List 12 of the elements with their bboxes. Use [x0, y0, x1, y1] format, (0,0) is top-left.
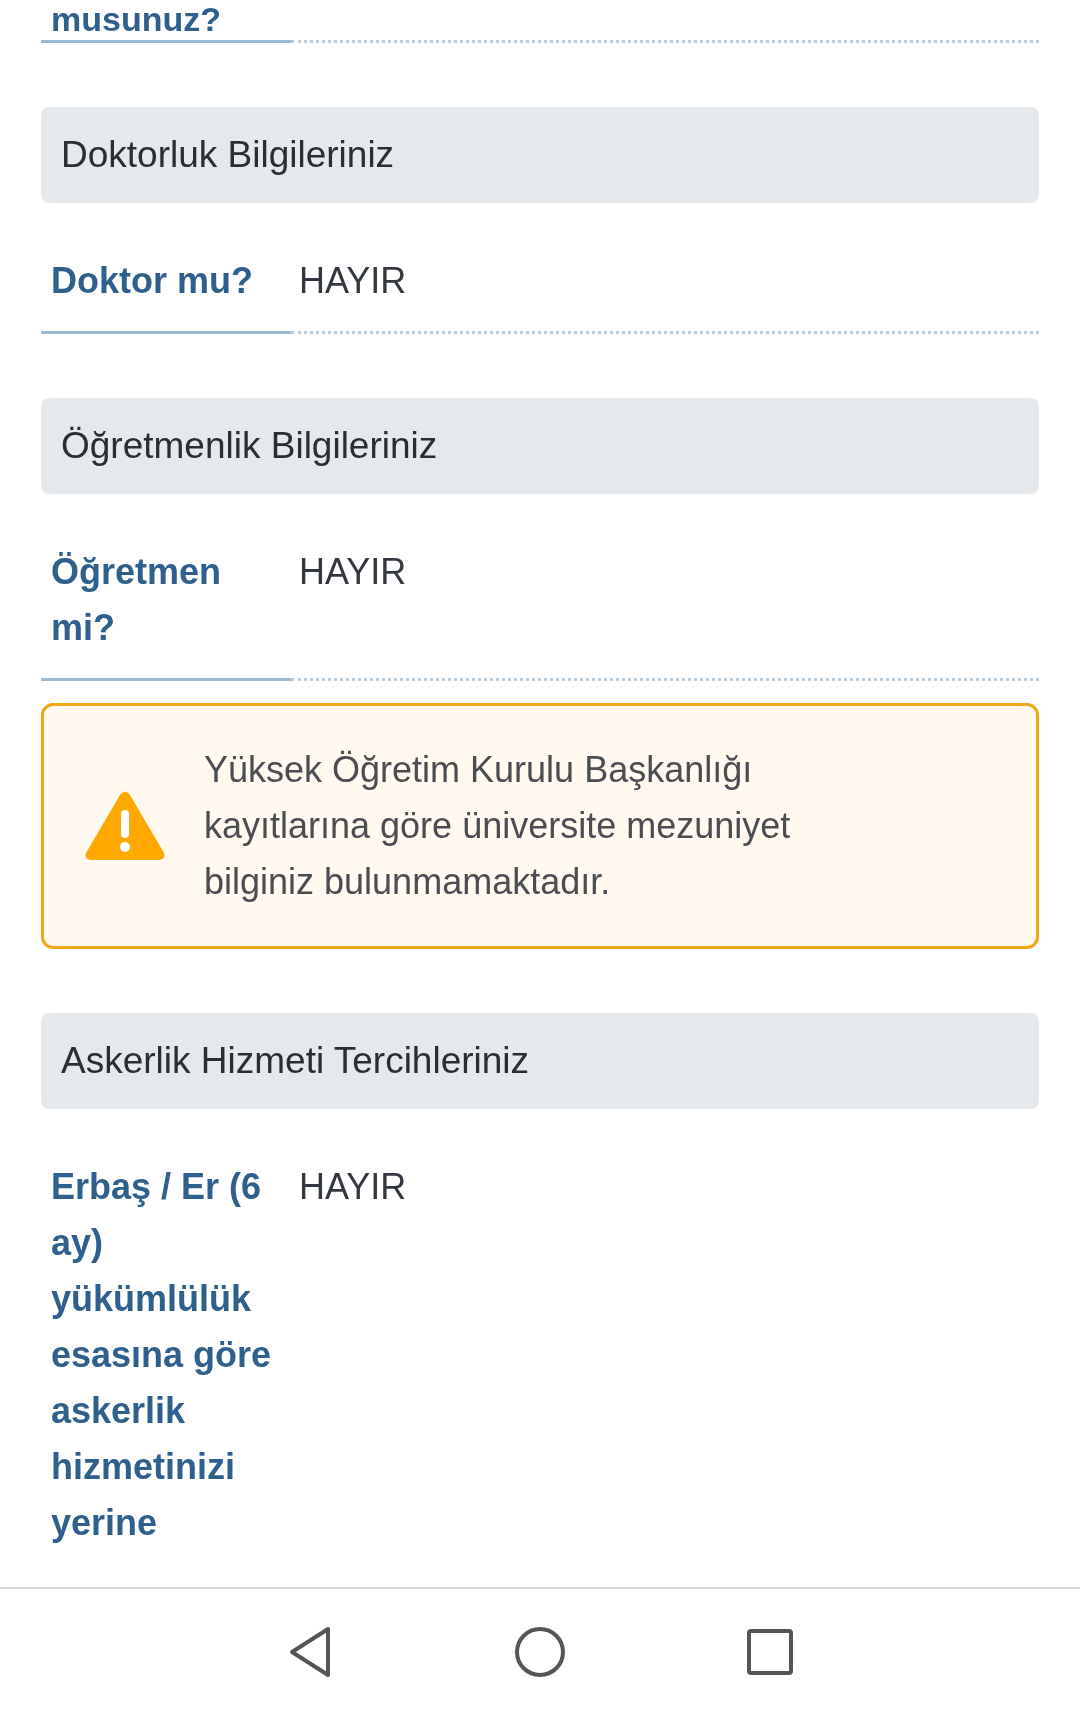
field-label: musunuz? — [51, 0, 221, 38]
section-header: Askerlik Hizmeti Tercihleriniz — [41, 1013, 1039, 1109]
field-value: HAYIR — [298, 259, 407, 303]
warning-icon — [84, 790, 166, 862]
warning-message: Yüksek Öğretim Kurulu Başkanlığı kayıtlarına göre üniversite mezuniyet bilginiz bulunmamaktadır. — [204, 748, 792, 904]
field-label: Erbaş / Er (6 ay) yükümlülük esasına göre askerlik hizmetinizi yerine — [51, 1166, 272, 1543]
field-value: HAYIR — [298, 550, 407, 594]
section-header: Öğretmenlik Bilgileriniz — [41, 398, 1039, 494]
section-header: Doktorluk Bilgileriniz — [41, 107, 1039, 203]
field-label: Doktor mu? — [51, 260, 253, 301]
field-value: HAYIR — [298, 1165, 407, 1209]
field-label: Öğretmen mi? — [51, 551, 222, 648]
